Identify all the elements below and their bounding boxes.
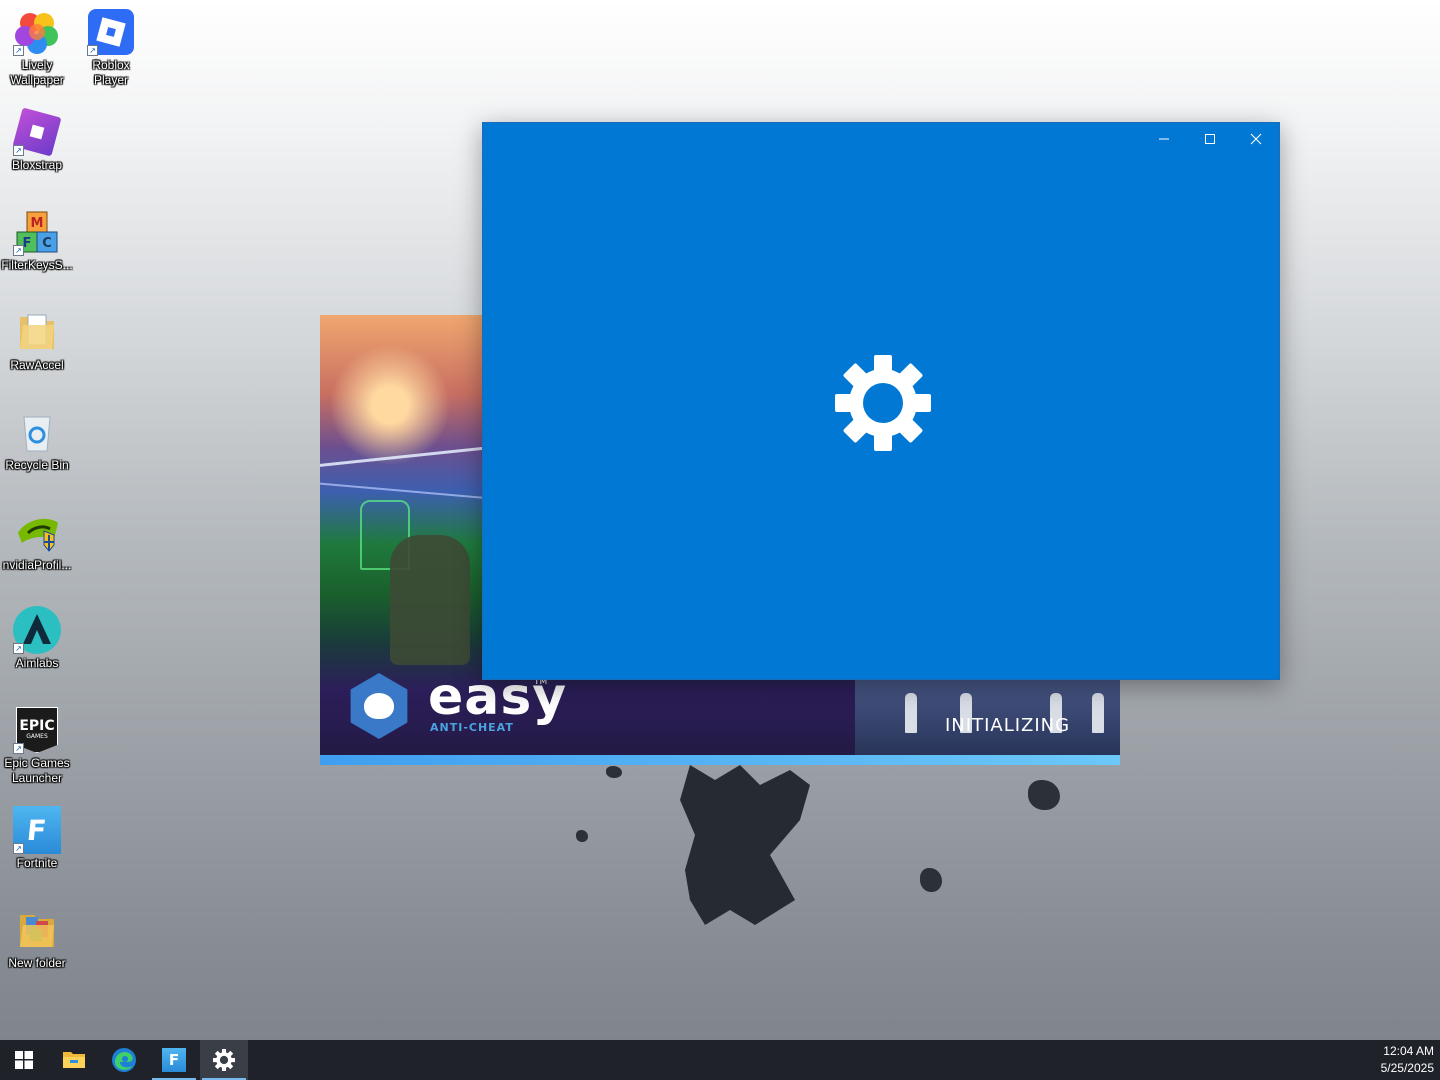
desktop-icon-epic-games-launcher[interactable]: EPIC GAMES ↗ Epic Games Launcher [2,706,72,786]
desktop-icon-nvidia-profile-inspector[interactable]: nvidiaProfil... [2,508,72,573]
shortcut-arrow-icon: ↗ [13,245,24,256]
windows-logo-icon [15,1051,33,1069]
eac-status-text: INITIALIZING [945,715,1071,736]
eac-subtitle: ANTI-CHEAT [430,721,514,734]
desktop-icon-label: New folder [8,956,66,970]
settings-button[interactable] [200,1040,248,1080]
close-icon [1250,133,1262,145]
desktop-icon-label: Fortnite [16,856,58,870]
fortnite-icon: F ↗ [13,806,61,854]
taskbar: F 12:04 AM 5/25/2025 [0,1040,1440,1080]
wallpaper-rock [606,766,622,778]
epic-games-icon: EPIC GAMES ↗ [13,706,61,754]
filterkeys-icon: M F C ↗ [13,208,61,256]
wallpaper-rock [576,830,588,842]
system-clock[interactable]: 12:04 AM 5/25/2025 [1381,1040,1434,1080]
aimlabs-icon: ↗ [13,606,61,654]
recycle-bin-icon [13,408,61,456]
bloxstrap-icon: ↗ [12,107,62,157]
desktop-icon-recycle-bin[interactable]: Recycle Bin [2,408,72,473]
art-lightning [320,446,490,488]
minimize-icon [1159,138,1169,140]
edge-icon [112,1048,136,1072]
desktop-icon-label: Recycle Bin [5,458,69,472]
nvidia-profile-inspector-icon [13,508,61,556]
desktop-icon-label: RawAccel [10,358,64,372]
wallpaper-rock [1028,780,1060,810]
clock-time: 12:04 AM [1383,1044,1434,1058]
shortcut-arrow-icon: ↗ [13,145,24,156]
file-explorer-icon [63,1052,85,1068]
start-button[interactable] [0,1040,48,1080]
title-bar [1141,123,1279,155]
file-explorer-button[interactable] [50,1040,98,1080]
clock-date: 5/25/2025 [1380,1061,1434,1075]
minimize-button[interactable] [1141,123,1187,155]
shortcut-arrow-icon: ↗ [13,643,24,654]
shortcut-arrow-icon: ↗ [13,45,24,56]
close-button[interactable] [1233,123,1279,155]
epic-logo-bottom: GAMES [26,733,48,740]
art-trooper [905,693,917,733]
art-trooper [1092,693,1104,733]
desktop-icon-roblox-player[interactable]: ↗ Roblox Player [76,8,146,88]
rawaccel-folder-icon [13,308,61,356]
eac-progress-bar [320,755,1120,765]
svg-text:M: M [31,216,44,231]
wallpaper-silhouette [680,765,810,925]
eac-progress-fill [320,755,1120,765]
desktop-icon-lively-wallpaper[interactable]: ↗ Lively Wallpaper [2,8,72,88]
shortcut-arrow-icon: ↗ [13,843,24,854]
desktop-icon-label: nvidiaProfil... [2,558,72,572]
desktop-icon-aimlabs[interactable]: ↗ Aimlabs [2,606,72,671]
desktop-icon-label: Bloxstrap [11,158,63,172]
desktop-icon-label: Lively Wallpaper [10,58,64,87]
svg-text:C: C [42,236,52,251]
maximize-icon [1205,134,1215,144]
epic-logo-top: EPIC [19,718,55,734]
desktop-icon-bloxstrap[interactable]: ↗ Bloxstrap [2,107,72,173]
settings-window [482,122,1280,680]
desktop-icon-rawaccel[interactable]: RawAccel [2,308,72,373]
roblox-player-icon: ↗ [87,8,135,56]
maximize-button[interactable] [1187,123,1233,155]
shortcut-arrow-icon: ↗ [87,45,98,56]
desktop-icon-label: FilterKeysS... [1,258,73,272]
desktop-icon-filterkeys[interactable]: M F C ↗ FilterKeysS... [1,208,73,273]
shortcut-arrow-icon: ↗ [13,743,24,754]
desktop-icon-label: Roblox Player [92,58,130,87]
desktop-icon-new-folder[interactable]: New folder [2,906,72,971]
edge-button[interactable] [100,1040,148,1080]
fortnite-button[interactable]: F [150,1040,198,1080]
desktop-icon-fortnite[interactable]: F ↗ Fortnite [2,806,72,871]
desktop-icon-label: Epic Games Launcher [4,756,70,785]
wallpaper-rock [920,868,942,892]
fortnite-icon: F [162,1048,186,1072]
gear-icon [835,355,931,451]
folder-icon [13,906,61,954]
gear-icon [213,1049,235,1071]
desktop-icon-label: Aimlabs [15,656,59,670]
art-soldier [390,535,470,665]
lively-wallpaper-icon: ↗ [13,8,61,56]
